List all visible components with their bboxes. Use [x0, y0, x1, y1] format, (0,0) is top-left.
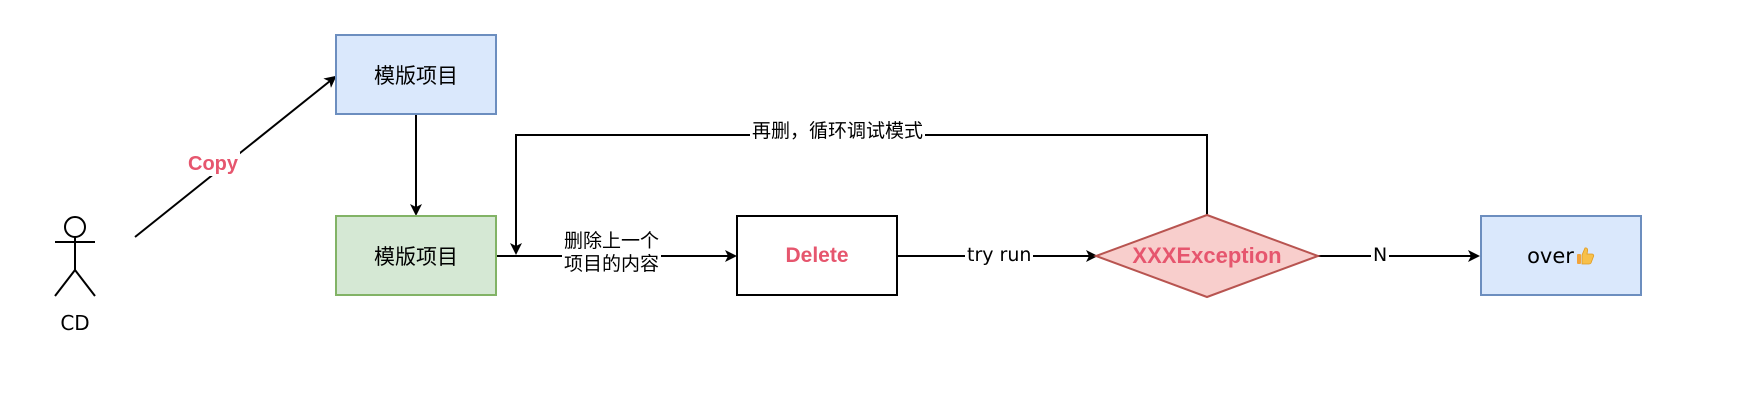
delete-node: Delete — [736, 215, 898, 296]
exception-node-label: XXXException — [1132, 243, 1282, 268]
actor-label-text: CD — [60, 311, 90, 335]
edge-copy-label: Copy — [186, 152, 240, 176]
actor-figure — [54, 216, 96, 297]
template-project-top-label: 模版项目 — [374, 63, 458, 88]
edge-loop-label: 再删，循环调试模式 — [750, 120, 926, 143]
template-project-top: 模版项目 — [335, 34, 497, 115]
edge-no-label: N — [1371, 244, 1390, 267]
edge-delete-prev-line2: 项目的内容 — [564, 252, 660, 275]
delete-node-label: Delete — [785, 243, 849, 267]
actor-label: CD — [45, 308, 105, 338]
edge-delete-prev-label: 删除上一个 项目的内容 — [562, 230, 662, 276]
over-node-label: over — [1527, 243, 1574, 268]
template-project-main: 模版项目 — [335, 215, 497, 296]
over-node: over — [1480, 215, 1642, 296]
exception-node: XXXException — [1106, 236, 1308, 276]
template-project-main-label: 模版项目 — [374, 244, 458, 269]
edge-delete-prev-line1: 删除上一个 — [564, 230, 660, 252]
thumbs-up-icon — [1576, 247, 1595, 264]
diagram-canvas — [54, 75, 1480, 299]
edge-try-run-label: try run — [965, 244, 1034, 267]
